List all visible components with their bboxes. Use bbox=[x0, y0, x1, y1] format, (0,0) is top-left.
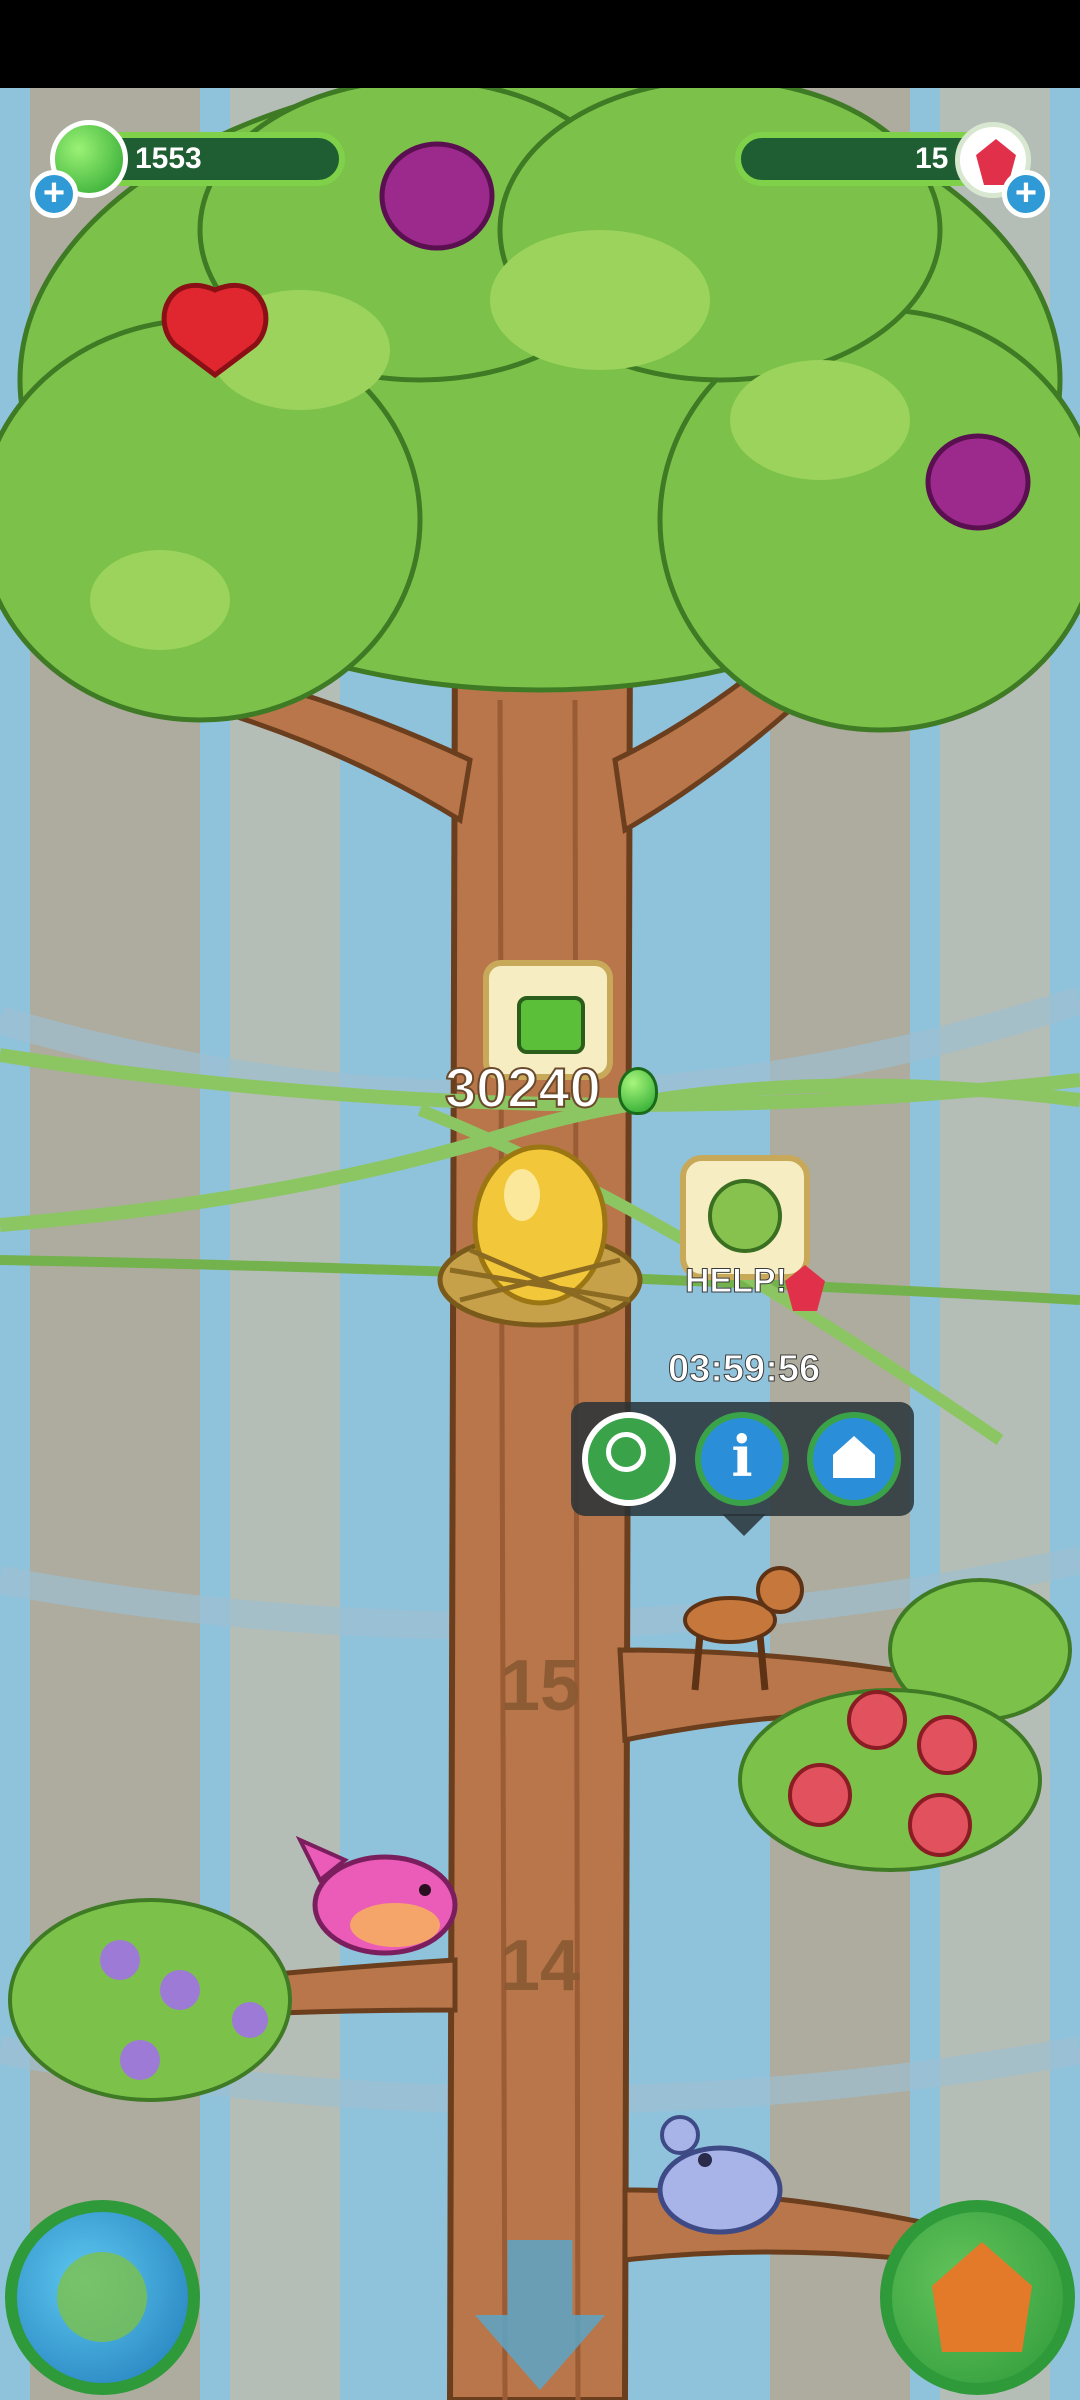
svg-text:15: 15 bbox=[500, 1646, 580, 1726]
jelly-count: 1553 bbox=[135, 142, 202, 175]
system-status-bar bbox=[0, 0, 1080, 88]
watering-cost: 30240 bbox=[444, 1055, 602, 1120]
catch-net-button[interactable] bbox=[582, 1412, 676, 1506]
info-button[interactable]: i bbox=[695, 1412, 789, 1506]
globe-icon bbox=[57, 2252, 147, 2342]
house-icon bbox=[833, 1436, 875, 1478]
add-gem-button[interactable]: + bbox=[1002, 170, 1050, 218]
add-jelly-button[interactable]: + bbox=[30, 170, 78, 218]
seedling-face-icon bbox=[708, 1179, 782, 1253]
egg-timer: 03:59:56 bbox=[667, 1348, 821, 1391]
svg-text:14: 14 bbox=[500, 1926, 580, 2006]
down-arrow-icon bbox=[475, 2240, 605, 2390]
watering-can-icon bbox=[517, 996, 585, 1054]
move-to-home-button[interactable] bbox=[807, 1412, 901, 1506]
treehouse-icon bbox=[932, 2242, 1032, 2352]
home-tree-button[interactable] bbox=[880, 2200, 1075, 2395]
scroll-down-arrow-button[interactable] bbox=[475, 2240, 605, 2390]
jelly-drop-icon bbox=[618, 1067, 658, 1115]
gem-count: 15 bbox=[915, 142, 949, 175]
world-map-button[interactable] bbox=[5, 2200, 200, 2395]
game-scene: 15 14 bbox=[0, 0, 1080, 2400]
help-label: HELP! bbox=[685, 1262, 788, 1301]
net-icon bbox=[606, 1432, 646, 1472]
tray-pointer bbox=[722, 1514, 766, 1536]
info-icon: i bbox=[731, 1424, 753, 1490]
